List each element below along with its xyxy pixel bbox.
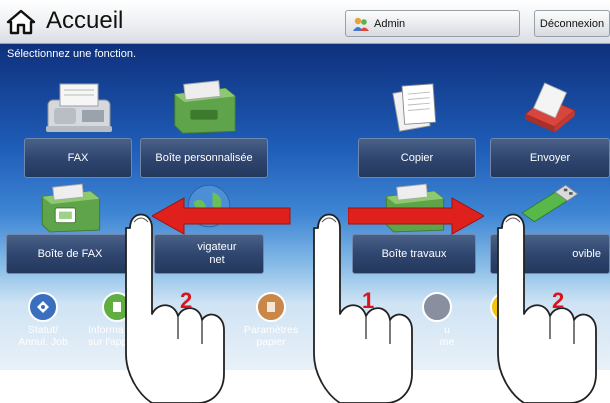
paper-settings-label: Paramètres papier bbox=[243, 324, 299, 348]
logout-button[interactable]: Déconnexion bbox=[534, 10, 610, 37]
tile-fax-label: FAX bbox=[24, 138, 132, 178]
step-number-center: 1 bbox=[362, 288, 375, 313]
tile-send[interactable]: Envoyer bbox=[490, 78, 610, 178]
send-icon bbox=[524, 82, 576, 133]
pointing-hand-left bbox=[125, 213, 225, 403]
home-icon[interactable] bbox=[6, 9, 36, 35]
program-icon bbox=[422, 292, 452, 322]
custom-box-icon bbox=[174, 80, 236, 134]
header-bar: Accueil Admin Déconnexion bbox=[0, 0, 610, 44]
illustration: Accueil Admin Déconnexion Sélectionnez u… bbox=[0, 0, 610, 403]
status-label: Statut/ Annul. Job bbox=[18, 324, 68, 348]
tile-custom-box[interactable]: Boîte personnalisée bbox=[140, 78, 268, 178]
step-number-left: 2 bbox=[180, 288, 193, 313]
status-job-cancel-button[interactable]: Statut/ Annul. Job bbox=[8, 288, 78, 360]
paper-settings-button[interactable]: Paramètres papier bbox=[236, 288, 306, 360]
instruction-text: Sélectionnez une fonction. bbox=[7, 48, 137, 60]
pointing-hand-right bbox=[497, 213, 597, 403]
copy-icon bbox=[392, 83, 437, 132]
tile-custom-box-label: Boîte personnalisée bbox=[140, 138, 268, 178]
tile-copy-label: Copier bbox=[358, 138, 476, 178]
fax-box-icon bbox=[41, 183, 101, 233]
tile-send-label: Envoyer bbox=[490, 138, 610, 178]
tile-copy[interactable]: Copier bbox=[358, 78, 476, 178]
pointing-hand-center bbox=[313, 213, 413, 403]
admin-label: Admin bbox=[374, 17, 406, 30]
step-number-right: 2 bbox=[552, 288, 565, 313]
paper-settings-icon bbox=[256, 292, 286, 322]
tile-fax[interactable]: FAX bbox=[24, 78, 132, 178]
status-icon bbox=[28, 292, 58, 322]
admin-button[interactable]: Admin bbox=[345, 10, 520, 37]
user-icon bbox=[353, 17, 369, 31]
fax-icon bbox=[46, 83, 112, 132]
page-title: Accueil bbox=[46, 7, 124, 34]
